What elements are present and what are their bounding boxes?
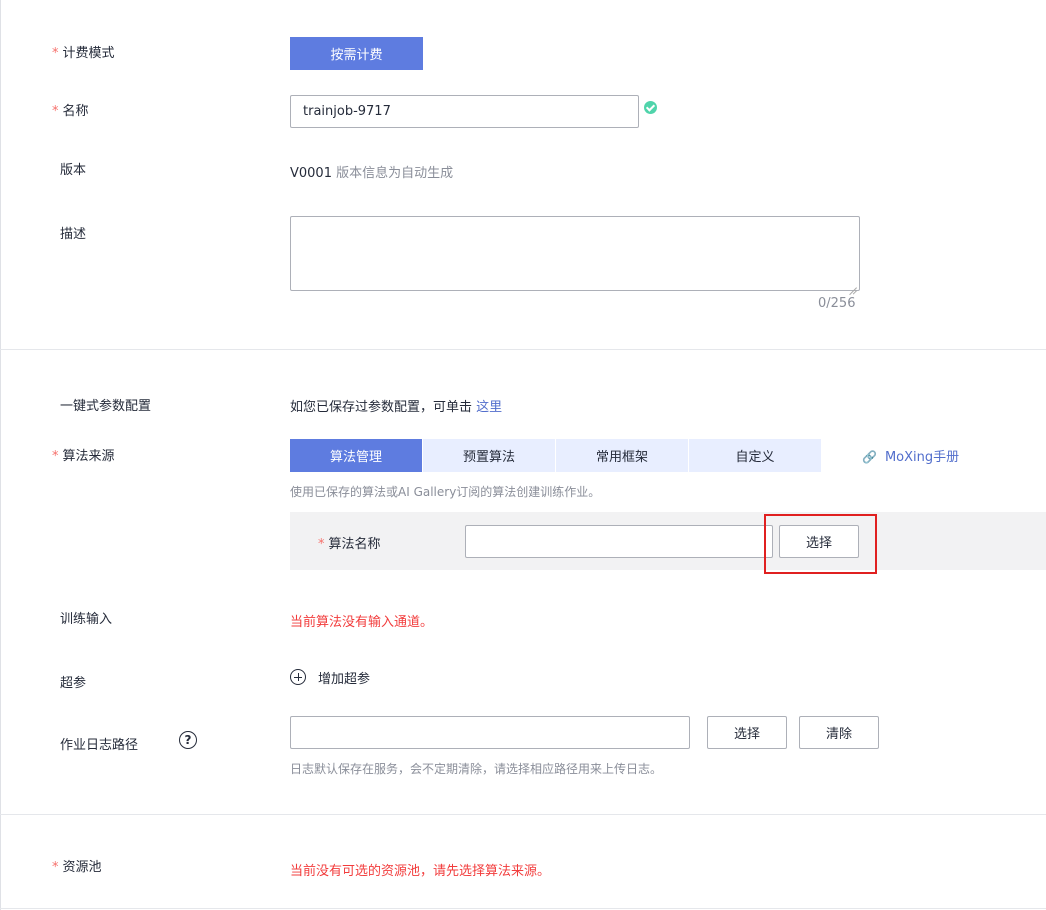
- section-divider: [0, 349, 1046, 350]
- tab-common-framework[interactable]: 常用框架: [556, 439, 689, 472]
- log-path-clear-button[interactable]: 清除: [799, 716, 879, 749]
- billing-mode-label: * 计费模式: [52, 46, 115, 61]
- required-mark: *: [52, 860, 59, 875]
- help-question-icon[interactable]: ?: [179, 731, 197, 749]
- tab-algorithm-management[interactable]: 算法管理: [290, 439, 423, 472]
- resize-grip-icon[interactable]: [849, 280, 857, 288]
- required-mark: *: [318, 537, 325, 552]
- tab-custom[interactable]: 自定义: [689, 439, 822, 472]
- check-circle-icon: [644, 101, 657, 114]
- resource-pool-error: 当前没有可选的资源池，请先选择算法来源。: [290, 864, 551, 879]
- algorithm-source-label: * 算法来源: [52, 449, 115, 464]
- log-path-select-button[interactable]: 选择: [707, 716, 787, 749]
- add-hyperparam-button[interactable]: 增加超参: [318, 668, 370, 687]
- algorithm-name-input[interactable]: [465, 525, 773, 558]
- log-path-hint: 日志默认保存在服务，会不定期清除，请选择相应路径用来上传日志。: [290, 762, 663, 776]
- oneclick-config-label: 一键式参数配置: [60, 399, 152, 414]
- left-border: [0, 0, 1, 910]
- algorithm-name-label: * 算法名称: [318, 537, 381, 552]
- oneclick-config-text: 如您已保存过参数配置，可单击 这里: [290, 400, 503, 415]
- description-label: 描述: [60, 227, 87, 242]
- resource-pool-label: * 资源池: [52, 860, 102, 875]
- log-path-input[interactable]: [290, 716, 690, 749]
- highlight-box: [764, 514, 877, 574]
- training-input-label: 训练输入: [60, 612, 113, 627]
- add-circle-icon[interactable]: [290, 669, 306, 685]
- log-path-label: 作业日志路径: [60, 738, 139, 753]
- required-mark: *: [52, 46, 59, 61]
- version-info: V0001 版本信息为自动生成: [290, 162, 453, 181]
- section-divider: [0, 814, 1046, 815]
- on-demand-billing-button[interactable]: 按需计费: [290, 37, 423, 70]
- oneclick-here-link[interactable]: 这里: [476, 400, 502, 415]
- algorithm-source-hint: 使用已保存的算法或AI Gallery订阅的算法创建训练作业。: [290, 485, 601, 499]
- bottom-divider: [0, 908, 1046, 909]
- training-input-error: 当前算法没有输入通道。: [290, 615, 434, 630]
- version-hint: 版本信息为自动生成: [336, 166, 454, 181]
- description-counter: 0/256: [818, 296, 856, 311]
- name-input[interactable]: trainjob-9717: [290, 95, 639, 128]
- version-label: 版本: [60, 163, 87, 178]
- description-textarea[interactable]: [290, 216, 860, 291]
- required-mark: *: [52, 104, 59, 119]
- required-mark: *: [52, 449, 59, 464]
- tab-preset-algorithm[interactable]: 预置算法: [423, 439, 556, 472]
- algorithm-source-tabs: 算法管理 预置算法 常用框架 自定义: [290, 439, 822, 472]
- moxing-manual-link[interactable]: MoXing手册: [885, 450, 959, 465]
- moxing-manual-link-wrap[interactable]: 🔗 MoXing手册: [862, 446, 959, 465]
- link-icon: 🔗: [862, 450, 877, 464]
- hyperparams-label: 超参: [60, 676, 87, 691]
- version-value: V0001: [290, 166, 332, 181]
- name-label: * 名称: [52, 104, 89, 119]
